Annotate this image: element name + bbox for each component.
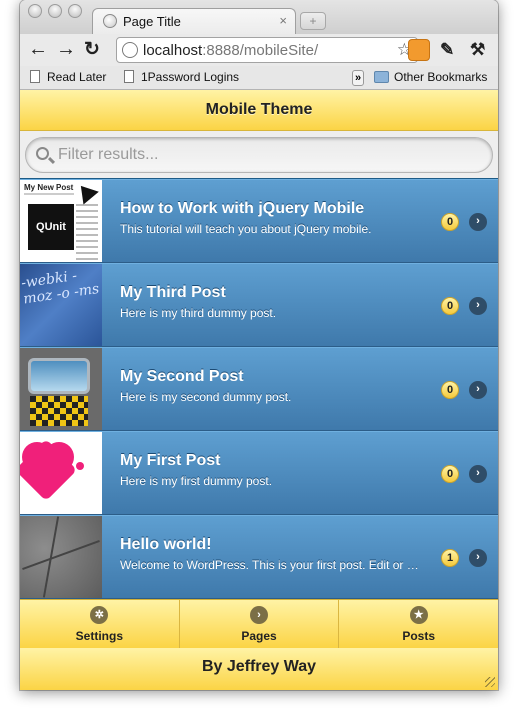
extension-icon[interactable] bbox=[408, 39, 430, 61]
nav-pages[interactable]: › Pages bbox=[179, 600, 340, 648]
wrench-icon[interactable]: ⚒ bbox=[470, 40, 485, 60]
nav-posts[interactable]: ★ Posts bbox=[339, 600, 498, 648]
new-tab-button[interactable]: + bbox=[300, 12, 326, 30]
post-thumbnail bbox=[20, 348, 102, 430]
wrench-page-icon[interactable]: ✎ bbox=[440, 40, 454, 60]
back-arrow-icon[interactable]: ← bbox=[28, 38, 48, 61]
comment-count-badge: 1 bbox=[441, 549, 459, 567]
post-title[interactable]: Hello world! bbox=[120, 536, 212, 554]
globe-icon bbox=[122, 42, 138, 58]
url-text[interactable]: localhost:8888/mobileSite/ bbox=[143, 42, 318, 59]
minimize-window-button[interactable] bbox=[48, 4, 62, 18]
post-title[interactable]: My Third Post bbox=[120, 284, 226, 302]
filter-field[interactable] bbox=[25, 137, 493, 173]
page-content: Mobile Theme My New Post QUnit How to Wo… bbox=[20, 90, 498, 690]
tab-title: Page Title bbox=[123, 14, 181, 29]
post-thumbnail: My New Post QUnit bbox=[20, 180, 102, 262]
bookmark-1password[interactable]: 1Password Logins bbox=[124, 70, 239, 84]
nav-label: Settings bbox=[75, 629, 123, 643]
close-window-button[interactable] bbox=[28, 4, 42, 18]
more-bookmarks-icon[interactable]: » bbox=[352, 70, 364, 86]
nav-label: Posts bbox=[402, 629, 436, 643]
document-icon bbox=[30, 70, 40, 83]
comment-count-badge: 0 bbox=[441, 297, 459, 315]
nav-settings[interactable]: ✲ Settings bbox=[20, 600, 180, 648]
thumbnail-label: -webki -moz -o -ms bbox=[20, 267, 101, 308]
arrow-right-icon[interactable]: › bbox=[469, 213, 487, 231]
globe-icon bbox=[103, 14, 117, 28]
list-item[interactable]: My First Post Here is my first dummy pos… bbox=[20, 431, 498, 515]
post-title[interactable]: How to Work with jQuery Mobile bbox=[120, 200, 364, 218]
post-excerpt: This tutorial will teach you about jQuer… bbox=[120, 222, 372, 236]
post-thumbnail bbox=[20, 432, 102, 514]
address-bar[interactable]: localhost:8888/mobileSite/ ☆ bbox=[116, 37, 418, 63]
browser-toolbar: ← → ↻ localhost:8888/mobileSite/ ☆ ✎ ⚒ bbox=[20, 34, 498, 66]
browser-window: Page Title × + ← → ↻ localhost:8888/mobi… bbox=[20, 0, 498, 690]
arrow-right-icon[interactable]: › bbox=[469, 381, 487, 399]
post-excerpt: Here is my first dummy post. bbox=[120, 474, 273, 488]
zoom-window-button[interactable] bbox=[68, 4, 82, 18]
list-item[interactable]: My New Post QUnit How to Work with jQuer… bbox=[20, 179, 498, 263]
bookmark-read-later[interactable]: Read Later bbox=[30, 70, 106, 84]
nav-label: Pages bbox=[241, 629, 277, 643]
other-bookmarks[interactable]: Other Bookmarks bbox=[374, 70, 487, 84]
thumbnail-label: QUnit bbox=[28, 204, 74, 250]
tab-page-title[interactable]: Page Title × bbox=[92, 8, 296, 34]
search-icon bbox=[36, 147, 49, 160]
filter-bar bbox=[20, 131, 498, 179]
comment-count-badge: 0 bbox=[441, 465, 459, 483]
arrow-right-icon: › bbox=[250, 606, 268, 624]
post-excerpt: Welcome to WordPress. This is your first… bbox=[120, 558, 425, 572]
post-title[interactable]: My Second Post bbox=[120, 368, 244, 386]
post-excerpt: Here is my third dummy post. bbox=[120, 306, 277, 320]
post-list: My New Post QUnit How to Work with jQuer… bbox=[20, 179, 498, 599]
comment-count-badge: 0 bbox=[441, 213, 459, 231]
document-icon bbox=[124, 70, 134, 83]
post-title[interactable]: My First Post bbox=[120, 452, 220, 470]
page-header: Mobile Theme bbox=[20, 90, 498, 131]
page-title: Mobile Theme bbox=[205, 101, 313, 118]
reload-icon[interactable]: ↻ bbox=[84, 38, 100, 61]
comment-count-badge: 0 bbox=[441, 381, 459, 399]
navbar: ✲ Settings › Pages ★ Posts bbox=[20, 599, 498, 648]
post-thumbnail bbox=[20, 516, 102, 598]
footer-text: By Jeffrey Way bbox=[201, 658, 317, 675]
gear-icon: ✲ bbox=[90, 606, 109, 624]
list-item[interactable]: Hello world! Welcome to WordPress. This … bbox=[20, 515, 498, 599]
close-tab-icon[interactable]: × bbox=[279, 13, 287, 28]
page-footer: By Jeffrey Way bbox=[20, 648, 498, 690]
tab-strip: Page Title × + bbox=[20, 0, 498, 34]
folder-icon bbox=[374, 71, 389, 83]
filter-input[interactable] bbox=[58, 143, 478, 167]
arrow-right-icon[interactable]: › bbox=[469, 297, 487, 315]
list-item[interactable]: -webki -moz -o -ms My Third Post Here is… bbox=[20, 263, 498, 347]
list-item[interactable]: My Second Post Here is my second dummy p… bbox=[20, 347, 498, 431]
bookmarks-bar: Read Later 1Password Logins » Other Book… bbox=[20, 66, 498, 90]
arrow-right-icon[interactable]: › bbox=[469, 465, 487, 483]
arrow-right-icon[interactable]: › bbox=[469, 549, 487, 567]
post-excerpt: Here is my second dummy post. bbox=[120, 390, 292, 404]
post-thumbnail: -webki -moz -o -ms bbox=[20, 264, 102, 346]
star-icon: ★ bbox=[409, 606, 428, 624]
resize-grip-icon[interactable] bbox=[485, 677, 495, 687]
forward-arrow-icon[interactable]: → bbox=[56, 38, 76, 61]
